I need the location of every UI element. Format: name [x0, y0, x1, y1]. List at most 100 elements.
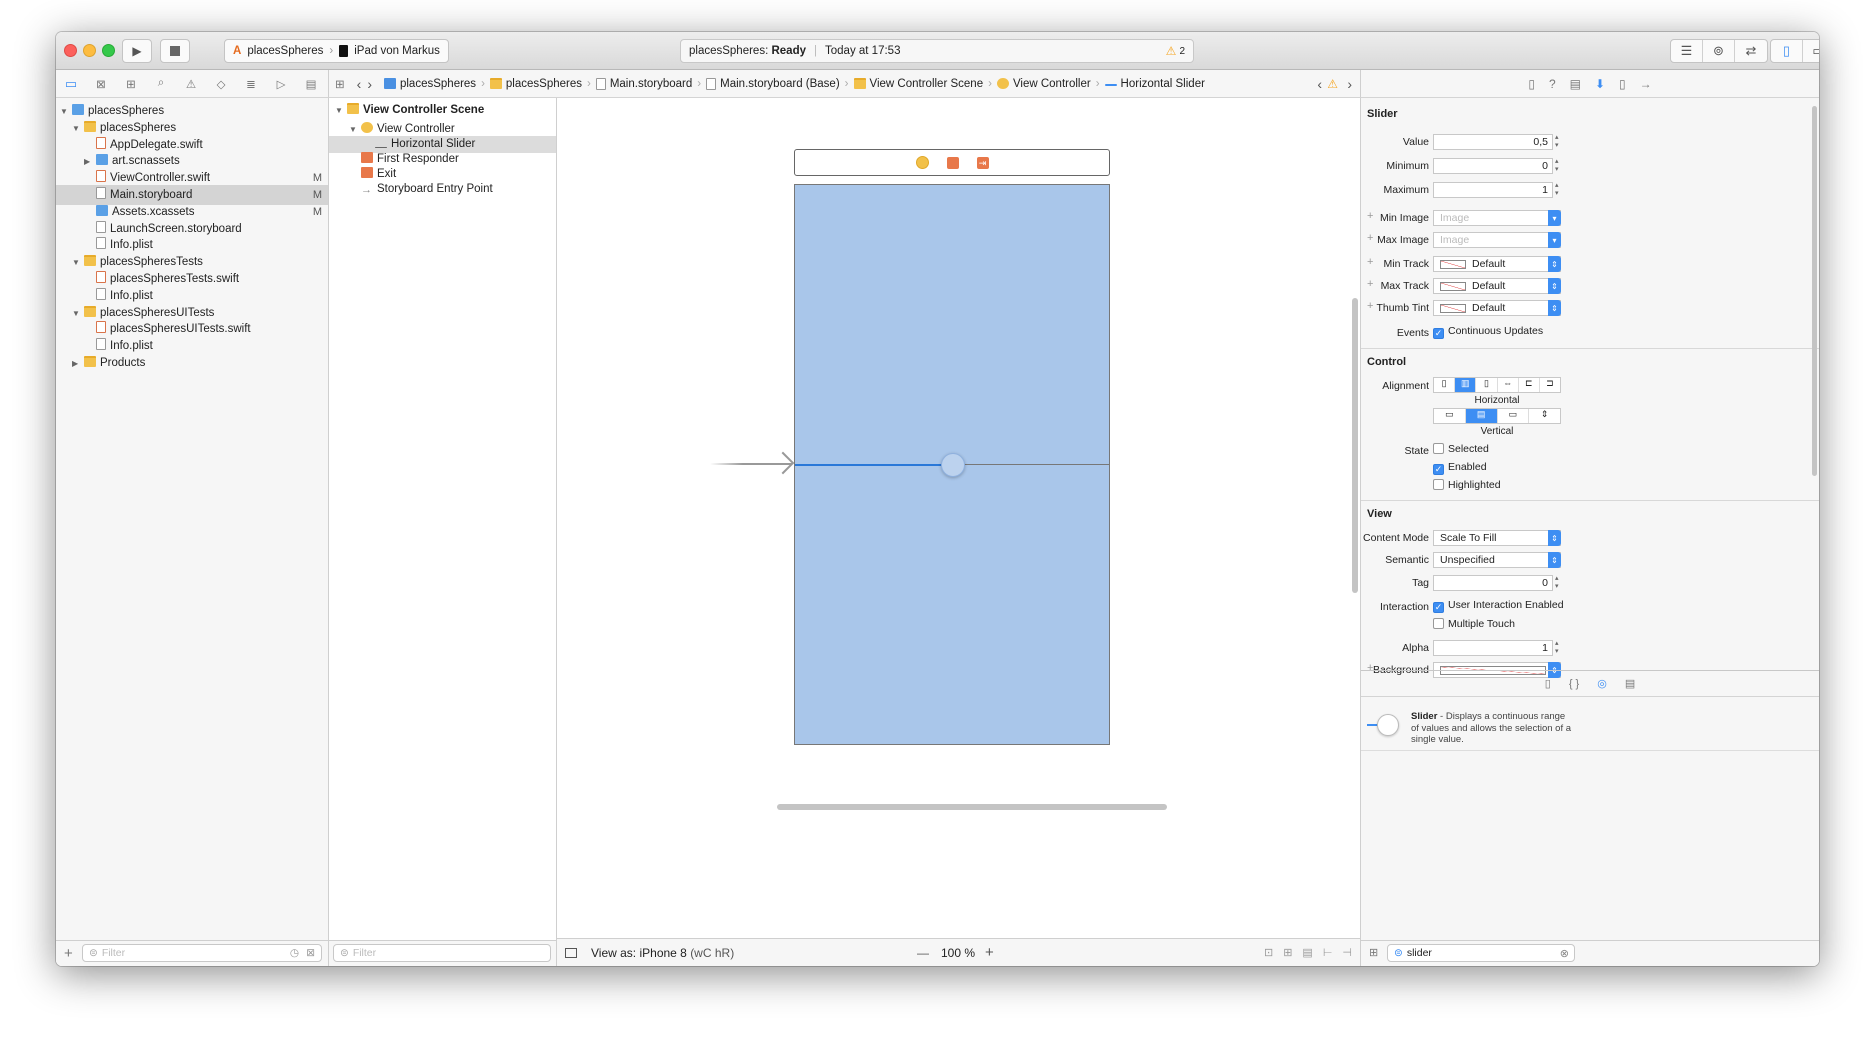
forward-button[interactable]: ›: [367, 76, 372, 92]
test-navigator-icon[interactable]: ◇: [206, 77, 236, 91]
file-inspector-icon[interactable]: ▯: [1528, 77, 1535, 91]
library-search-field[interactable]: ⊜ slider ⊗: [1387, 944, 1575, 962]
zoom-level[interactable]: 100 %: [941, 946, 975, 960]
align-center-icon[interactable]: ▥: [1455, 378, 1477, 392]
symbol-navigator-icon[interactable]: ⊞: [116, 77, 146, 91]
horizontal-scrollbar[interactable]: [777, 804, 1167, 810]
related-items-icon[interactable]: ⊞: [335, 77, 345, 91]
add-constraints-icon[interactable]: ⊢: [1323, 946, 1333, 959]
tag-field[interactable]: 0: [1433, 575, 1553, 591]
standard-editor-icon[interactable]: ☰: [1671, 40, 1703, 62]
outline-item[interactable]: ▼ View Controller Scene: [329, 102, 556, 119]
object-library-icon[interactable]: ◎: [1597, 677, 1607, 690]
disclosure-open-icon[interactable]: ▼: [335, 102, 347, 119]
align-vfill-icon[interactable]: ⇕: [1529, 409, 1560, 423]
align-left-icon[interactable]: ▯: [1434, 378, 1456, 392]
code-snippet-library-icon[interactable]: { }: [1569, 678, 1579, 690]
next-issue-icon[interactable]: ›: [1347, 76, 1352, 92]
outline-item[interactable]: → Storyboard Entry Point: [329, 181, 556, 198]
media-library-icon[interactable]: ▤: [1625, 677, 1635, 690]
minimum-stepper[interactable]: ▴ ▾: [1555, 158, 1562, 174]
zoom-window-button[interactable]: [102, 44, 115, 57]
value-stepper[interactable]: ▴ ▾: [1555, 134, 1562, 150]
file-template-library-icon[interactable]: ▯: [1545, 677, 1551, 690]
align-leading-icon[interactable]: ⊏: [1519, 378, 1540, 392]
navigator-toggle-icon[interactable]: ▯: [1771, 40, 1803, 62]
back-button[interactable]: ‹: [357, 76, 362, 92]
jump-bar-item[interactable]: Main.storyboard (Base): [706, 77, 840, 90]
disclosure-closed-icon[interactable]: ▶: [72, 354, 84, 374]
enabled-checkbox[interactable]: ✓ Enabled: [1433, 461, 1487, 475]
jump-bar-item[interactable]: Horizontal Slider: [1104, 78, 1205, 90]
close-window-button[interactable]: [64, 44, 77, 57]
issue-navigator-icon[interactable]: ⚠: [176, 77, 206, 91]
align-bottom-icon[interactable]: ▭: [1498, 409, 1530, 423]
size-inspector-icon[interactable]: ▯: [1619, 77, 1626, 91]
semantic-popup[interactable]: Unspecified ⇕: [1433, 552, 1561, 568]
horizontal-slider[interactable]: [795, 453, 1109, 477]
storyboard-canvas[interactable]: ⇥ View as: iPhone 8 (wC hR) — 100 % + ⊡ …: [557, 98, 1360, 966]
align-middle-icon[interactable]: ▤: [1465, 409, 1498, 423]
outline-toggle-icon[interactable]: [565, 947, 577, 958]
report-navigator-icon[interactable]: ▤: [296, 77, 326, 91]
breakpoint-navigator-icon[interactable]: ▷: [266, 77, 296, 91]
jump-bar-item[interactable]: Main.storyboard: [595, 77, 692, 90]
update-frames-icon[interactable]: ⊡: [1264, 946, 1273, 959]
assistant-editor-icon[interactable]: ⊚: [1703, 40, 1735, 62]
debug-navigator-icon[interactable]: ≣: [236, 77, 266, 91]
zoom-out-button[interactable]: —: [917, 946, 929, 960]
align-fill-icon[interactable]: ⇔: [1498, 378, 1519, 392]
view-as-button[interactable]: View as: iPhone 8 (wC hR): [591, 946, 734, 960]
zoom-in-button[interactable]: +: [985, 944, 994, 961]
content-mode-popup[interactable]: Scale To Fill ⇕: [1433, 530, 1561, 546]
find-navigator-icon[interactable]: ⌕: [146, 77, 176, 90]
min-track-popup[interactable]: Default ⇕: [1433, 256, 1561, 272]
outline-filter-field[interactable]: ⊜ Filter: [333, 944, 551, 962]
tag-stepper[interactable]: ▴ ▾: [1555, 575, 1562, 591]
warning-icon[interactable]: ⚠: [1327, 77, 1338, 91]
thumb-tint-popup[interactable]: Default ⇕: [1433, 300, 1561, 316]
identity-inspector-icon[interactable]: ▤: [1570, 77, 1581, 91]
project-navigator-icon[interactable]: ▭: [56, 76, 86, 92]
max-image-combo[interactable]: Image ▾: [1433, 232, 1561, 248]
vertical-scrollbar[interactable]: [1352, 298, 1358, 593]
view-controller-icon[interactable]: [915, 156, 929, 169]
align-trailing-icon[interactable]: ⊐: [1540, 378, 1560, 392]
recent-files-icon[interactable]: ◷: [290, 947, 299, 959]
jump-bar-item[interactable]: placesSpheres: [489, 78, 582, 90]
align-top-icon[interactable]: ▭: [1434, 409, 1466, 423]
resolve-autolayout-icon[interactable]: ⊣: [1342, 946, 1352, 959]
alpha-stepper[interactable]: ▴ ▾: [1555, 640, 1562, 656]
warning-indicator[interactable]: ⚠ 2: [1166, 44, 1185, 58]
connections-inspector-icon[interactable]: →: [1640, 77, 1652, 91]
navigator-item[interactable]: ▶ Products: [56, 353, 328, 373]
align-right-icon[interactable]: ▯: [1476, 378, 1498, 392]
alpha-field[interactable]: 1: [1433, 640, 1553, 656]
min-image-combo[interactable]: Image ▾: [1433, 210, 1561, 226]
selected-checkbox[interactable]: Selected: [1433, 443, 1489, 455]
multiple-touch-checkbox[interactable]: Multiple Touch: [1433, 618, 1515, 630]
quick-help-icon[interactable]: ?: [1549, 77, 1556, 91]
grid-view-icon[interactable]: ⊞: [1369, 946, 1378, 959]
exit-icon[interactable]: ⇥: [976, 156, 989, 169]
user-interaction-checkbox[interactable]: ✓ User Interaction Enabled: [1433, 599, 1564, 613]
debug-area-toggle-icon[interactable]: ▭: [1803, 40, 1819, 62]
view-controller-view[interactable]: [794, 184, 1110, 745]
source-control-navigator-icon[interactable]: ⊠: [86, 77, 116, 91]
run-button[interactable]: ▶: [122, 39, 152, 63]
minimize-window-button[interactable]: [83, 44, 96, 57]
jump-bar-item[interactable]: placesSpheres: [383, 78, 476, 90]
attributes-inspector-icon[interactable]: ⬇: [1595, 77, 1605, 91]
embed-in-stack-icon[interactable]: ⊞: [1283, 946, 1292, 959]
continuous-updates-checkbox[interactable]: ✓ Continuous Updates: [1433, 325, 1543, 339]
library-item-slider[interactable]: Slider - Displays a continuous range of …: [1361, 703, 1819, 751]
navigator-filter-field[interactable]: ⊜ Filter ◷ ⊠: [82, 944, 322, 962]
jump-bar-item[interactable]: View Controller: [996, 78, 1091, 90]
minimum-field[interactable]: 0: [1433, 158, 1553, 174]
version-editor-icon[interactable]: ⇄: [1735, 40, 1767, 62]
maximum-stepper[interactable]: ▴ ▾: [1555, 182, 1562, 198]
maximum-field[interactable]: 1: [1433, 182, 1553, 198]
clear-search-icon[interactable]: ⊗: [1560, 947, 1569, 960]
highlighted-checkbox[interactable]: Highlighted: [1433, 479, 1501, 491]
max-track-popup[interactable]: Default ⇕: [1433, 278, 1561, 294]
